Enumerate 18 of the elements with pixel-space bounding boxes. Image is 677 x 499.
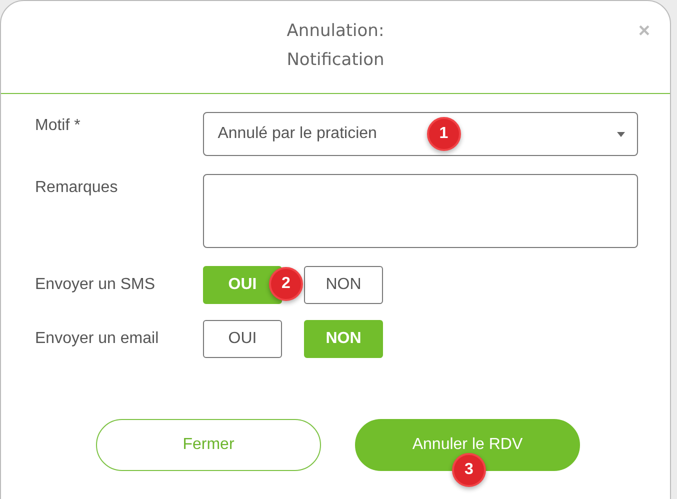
toggle-option[interactable]: OUI bbox=[203, 266, 282, 304]
dialog-title: Annulation: bbox=[286, 20, 384, 43]
step-marker: 2 bbox=[269, 267, 303, 301]
remarks-field[interactable] bbox=[202, 174, 638, 248]
field-label: Envoyer un email bbox=[35, 329, 160, 348]
field-label: Envoyer un SMS bbox=[35, 275, 156, 294]
toggle-option[interactable]: NON bbox=[304, 266, 383, 304]
field-label: Motif * bbox=[35, 116, 82, 135]
step-marker: 3 bbox=[452, 453, 486, 487]
select-field[interactable]: Annulé par le praticien 1 bbox=[202, 112, 638, 156]
dialog-button[interactable]: Fermer bbox=[96, 419, 321, 471]
step-marker: 1 bbox=[426, 117, 461, 151]
caret-icon bbox=[617, 132, 625, 136]
toggle-option[interactable]: OUI bbox=[203, 320, 282, 358]
close-button[interactable]: × bbox=[638, 21, 650, 41]
field-label: Remarques bbox=[35, 178, 119, 197]
toggle-option[interactable]: NON bbox=[304, 320, 383, 358]
dialog-title: Notification bbox=[286, 49, 384, 72]
